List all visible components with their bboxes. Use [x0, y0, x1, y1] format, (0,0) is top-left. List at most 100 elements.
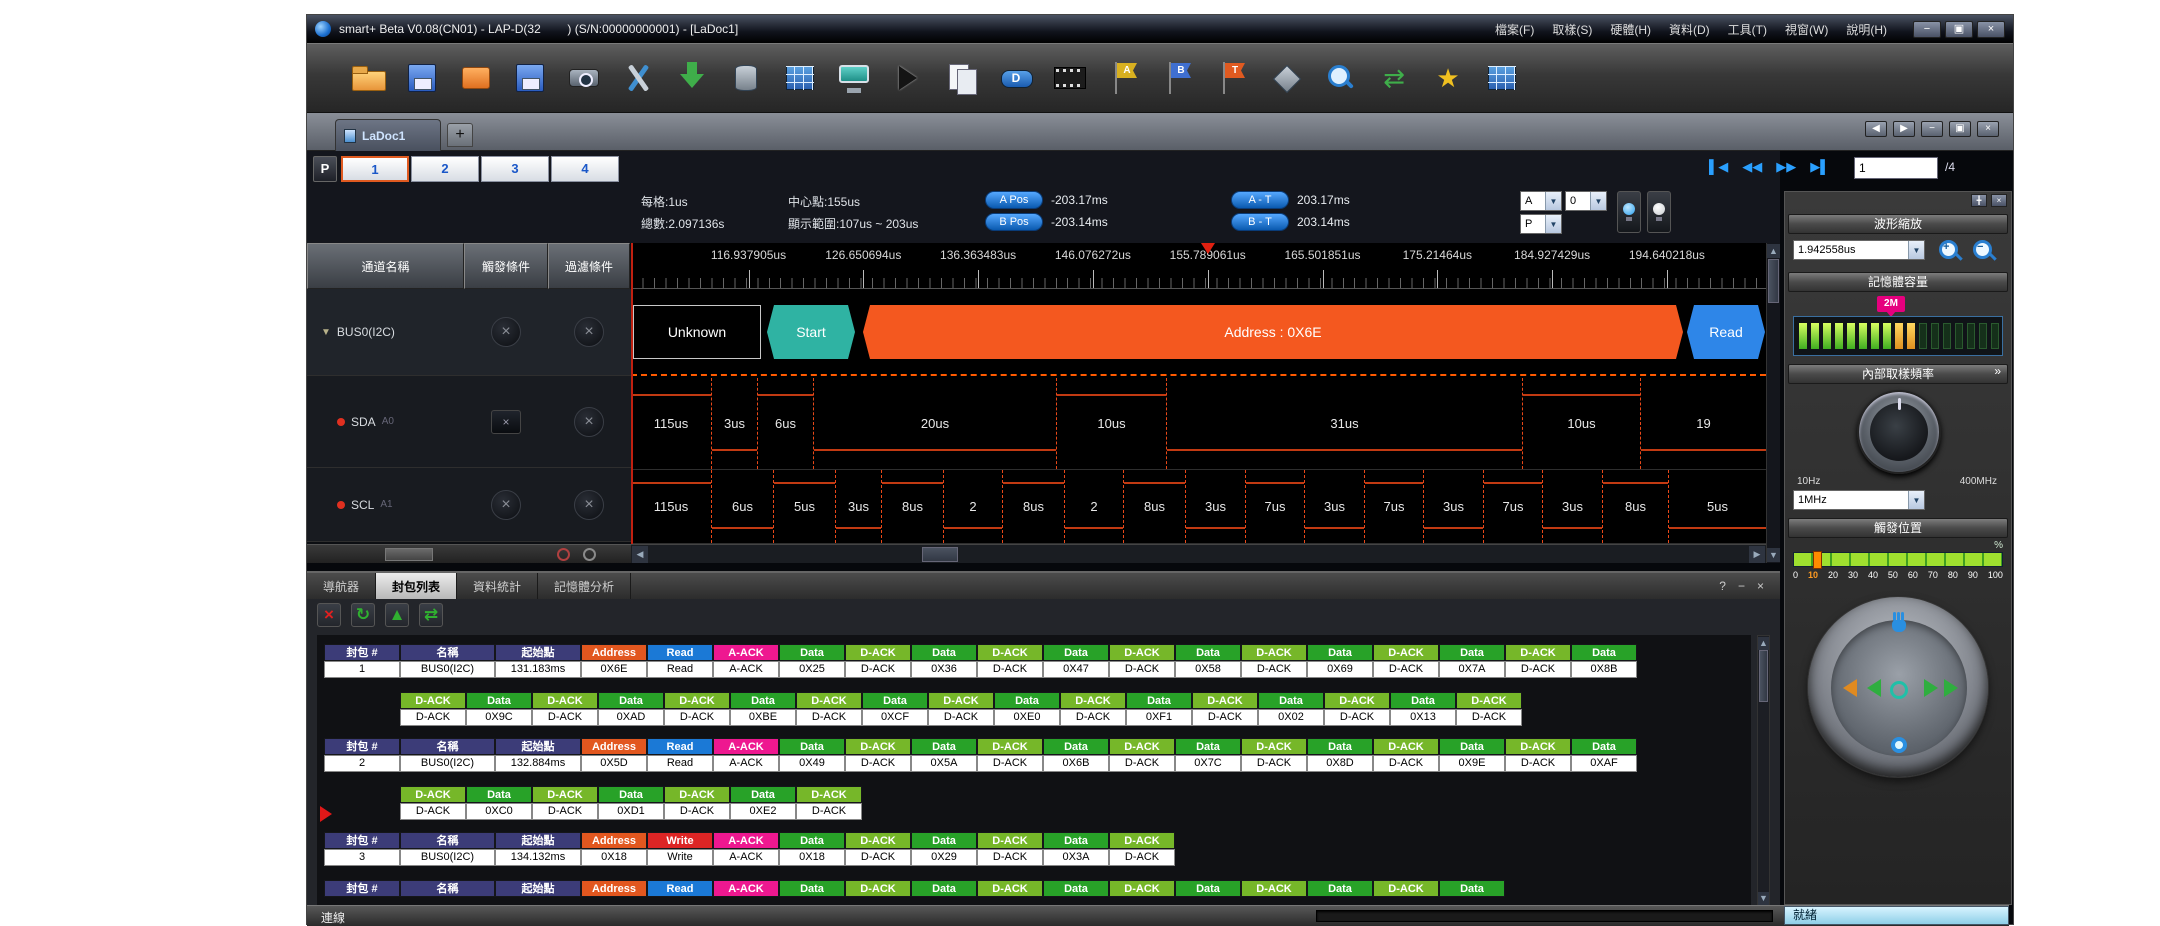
packet-value-cell[interactable]: 0X25 — [779, 661, 845, 678]
waveform-vertical-scrollbar[interactable]: ▲ ▼ — [1766, 243, 1780, 563]
hand-pan-icon[interactable] — [1886, 609, 1912, 635]
packet-value-cell[interactable]: 2 — [324, 755, 400, 772]
doc-restore-button[interactable]: ▣ — [1949, 121, 1971, 137]
packet-value-cell[interactable]: D-ACK — [1241, 755, 1307, 772]
marker-t-icon[interactable]: T — [1211, 57, 1253, 99]
waveform-area[interactable]: 116.937905us126.650694us136.363483us146.… — [631, 243, 1766, 544]
sda-trigger-button[interactable]: × — [491, 410, 521, 434]
new-tab-button[interactable]: + — [447, 123, 473, 147]
export-file-icon[interactable] — [455, 57, 497, 99]
doc-minimize-button[interactable]: − — [1921, 121, 1943, 137]
expand-icon[interactable]: » — [1994, 364, 2001, 378]
scl-trigger-button[interactable]: × — [491, 490, 521, 520]
packet-value-cell[interactable]: D-ACK — [845, 755, 911, 772]
close-button[interactable]: × — [1977, 21, 2005, 38]
packet-group[interactable]: D-ACKDataD-ACKDataD-ACKDataD-ACKDataD-AC… — [400, 692, 1522, 726]
packet-value-cell[interactable]: D-ACK — [977, 755, 1043, 772]
packet-table[interactable]: 封包 #名稱起始點AddressReadA-ACKDataD-ACKDataD-… — [317, 635, 1751, 905]
favorites-icon[interactable]: ★ — [1427, 57, 1469, 99]
sda-waveform-row[interactable]: 115us3us6us20us10us31us10us19 — [631, 378, 1766, 470]
packet-value-cell[interactable]: 0X49 — [779, 755, 845, 772]
nav-bottom-icon[interactable] — [1891, 737, 1907, 753]
packet-value-cell[interactable]: BUS0(I2C) — [400, 755, 495, 772]
a-t-button[interactable]: A - T — [1231, 191, 1289, 209]
packet-value-cell[interactable]: 0X29 — [911, 849, 977, 866]
sample-rate-select[interactable]: 1MHz ▼ — [1793, 490, 1925, 510]
swap-packet-icon[interactable]: ⇄ — [419, 603, 443, 627]
scroll-down-icon[interactable]: ▼ — [1758, 892, 1769, 905]
record-icon[interactable] — [557, 548, 570, 561]
packet-value-cell[interactable]: 0X69 — [1307, 661, 1373, 678]
jump-left-icon[interactable] — [1834, 679, 1857, 697]
delete-packet-icon[interactable]: × — [317, 603, 341, 627]
packet-value-cell[interactable]: D-ACK — [796, 803, 862, 820]
panel-tab-記憶體分析[interactable]: 記憶體分析 — [538, 573, 631, 599]
export-packet-icon[interactable]: ▲ — [385, 603, 409, 627]
scrollbar-handle[interactable] — [1759, 650, 1768, 702]
packet-value-cell[interactable]: D-ACK — [928, 709, 994, 726]
packet-value-cell[interactable]: D-ACK — [1060, 709, 1126, 726]
packet-value-cell[interactable]: BUS0(I2C) — [400, 661, 495, 678]
packet-value-cell[interactable]: 0X18 — [581, 849, 647, 866]
sync-view-icon[interactable]: ⇄ — [1373, 57, 1415, 99]
scroll-right-icon[interactable]: ▶ — [1749, 546, 1765, 563]
packet-value-cell[interactable]: 0X3A — [1043, 849, 1109, 866]
trigger-position-marker[interactable] — [1813, 551, 1822, 569]
packet-group[interactable]: 封包 #名稱起始點AddressWriteA-ACKDataD-ACKDataD… — [324, 832, 1175, 866]
packet-value-cell[interactable]: D-ACK — [664, 803, 730, 820]
save-icon[interactable] — [401, 57, 443, 99]
marker-a-icon[interactable]: A — [1103, 57, 1145, 99]
panel-tab-封包列表[interactable]: 封包列表 — [376, 573, 457, 599]
scrollbar-handle[interactable] — [922, 547, 958, 562]
menu-檔案(F)[interactable]: 檔案(F) — [1495, 21, 1534, 38]
packet-value-cell[interactable]: D-ACK — [1373, 661, 1439, 678]
save-settings-icon[interactable] — [509, 57, 551, 99]
packet-value-cell[interactable]: D-ACK — [1324, 709, 1390, 726]
dropdown-arrow-icon[interactable]: ▼ — [1590, 192, 1606, 210]
jump-right-icon[interactable] — [1944, 679, 1967, 697]
scl-waveform-row[interactable]: 115us6us5us3us8us28us28us3us7us3us7us3us… — [631, 470, 1766, 544]
dropdown-arrow-icon[interactable]: ▼ — [1908, 241, 1924, 259]
menu-硬體(H)[interactable]: 硬體(H) — [1610, 21, 1651, 38]
bus-segment-address[interactable]: Address : 0X6E — [863, 305, 1683, 359]
time-ruler[interactable]: 116.937905us126.650694us136.363483us146.… — [631, 243, 1766, 289]
dropdown-arrow-icon[interactable]: ▼ — [1908, 491, 1924, 509]
packet-value-cell[interactable]: Read — [647, 661, 713, 678]
packet-group[interactable]: D-ACKDataD-ACKDataD-ACKDataD-ACKD-ACK0XC… — [400, 786, 862, 820]
panel-scroll-handle[interactable] — [385, 548, 433, 561]
tab-scroll-left-button[interactable]: ◀ — [1865, 121, 1887, 137]
packet-value-cell[interactable]: D-ACK — [1456, 709, 1522, 726]
panel-help-icon[interactable]: ? — [1719, 579, 1726, 593]
dropdown-arrow-icon[interactable]: ▼ — [1545, 215, 1561, 233]
scroll-up-icon[interactable]: ▲ — [1767, 244, 1780, 258]
next-page-icon[interactable]: ▶▶ — [1776, 159, 1796, 175]
stack-view-icon[interactable] — [1265, 57, 1307, 99]
bus-segment-start[interactable]: Start — [767, 305, 855, 359]
packet-value-cell[interactable]: 0X02 — [1258, 709, 1324, 726]
packet-value-cell[interactable]: D-ACK — [1109, 849, 1175, 866]
packet-value-cell[interactable]: BUS0(I2C) — [400, 849, 495, 866]
packet-value-cell[interactable]: D-ACK — [1373, 755, 1439, 772]
a-pos-button[interactable]: A Pos — [985, 191, 1043, 209]
panel-minimize-icon[interactable]: − — [1738, 579, 1745, 593]
packet-value-cell[interactable]: D-ACK — [1109, 755, 1175, 772]
bus0-filter-button[interactable]: × — [574, 317, 604, 347]
panel-tab-導航器[interactable]: 導航器 — [307, 573, 376, 599]
packet-value-cell[interactable]: D-ACK — [1241, 661, 1307, 678]
target-icon[interactable] — [583, 548, 596, 561]
menu-資料(D)[interactable]: 資料(D) — [1669, 21, 1710, 38]
marker-b-icon[interactable]: B — [1157, 57, 1199, 99]
acquire-data-icon[interactable] — [671, 57, 713, 99]
packet-value-cell[interactable]: 0XD1 — [598, 803, 664, 820]
packet-value-cell[interactable]: D-ACK — [845, 661, 911, 678]
display-window-icon[interactable] — [833, 57, 875, 99]
packet-value-cell[interactable]: 0X18 — [779, 849, 845, 866]
channel-row-scl[interactable]: SCL A1 × × — [307, 468, 631, 542]
page-button-3[interactable]: 3 — [481, 156, 549, 182]
page-p-button[interactable]: P — [313, 156, 337, 182]
packet-value-cell[interactable]: 1 — [324, 661, 400, 678]
menu-說明(H)[interactable]: 說明(H) — [1846, 21, 1887, 38]
packet-value-cell[interactable]: D-ACK — [400, 709, 466, 726]
sample-rate-knob[interactable] — [1857, 390, 1941, 474]
packet-value-cell[interactable]: 0XCF — [862, 709, 928, 726]
